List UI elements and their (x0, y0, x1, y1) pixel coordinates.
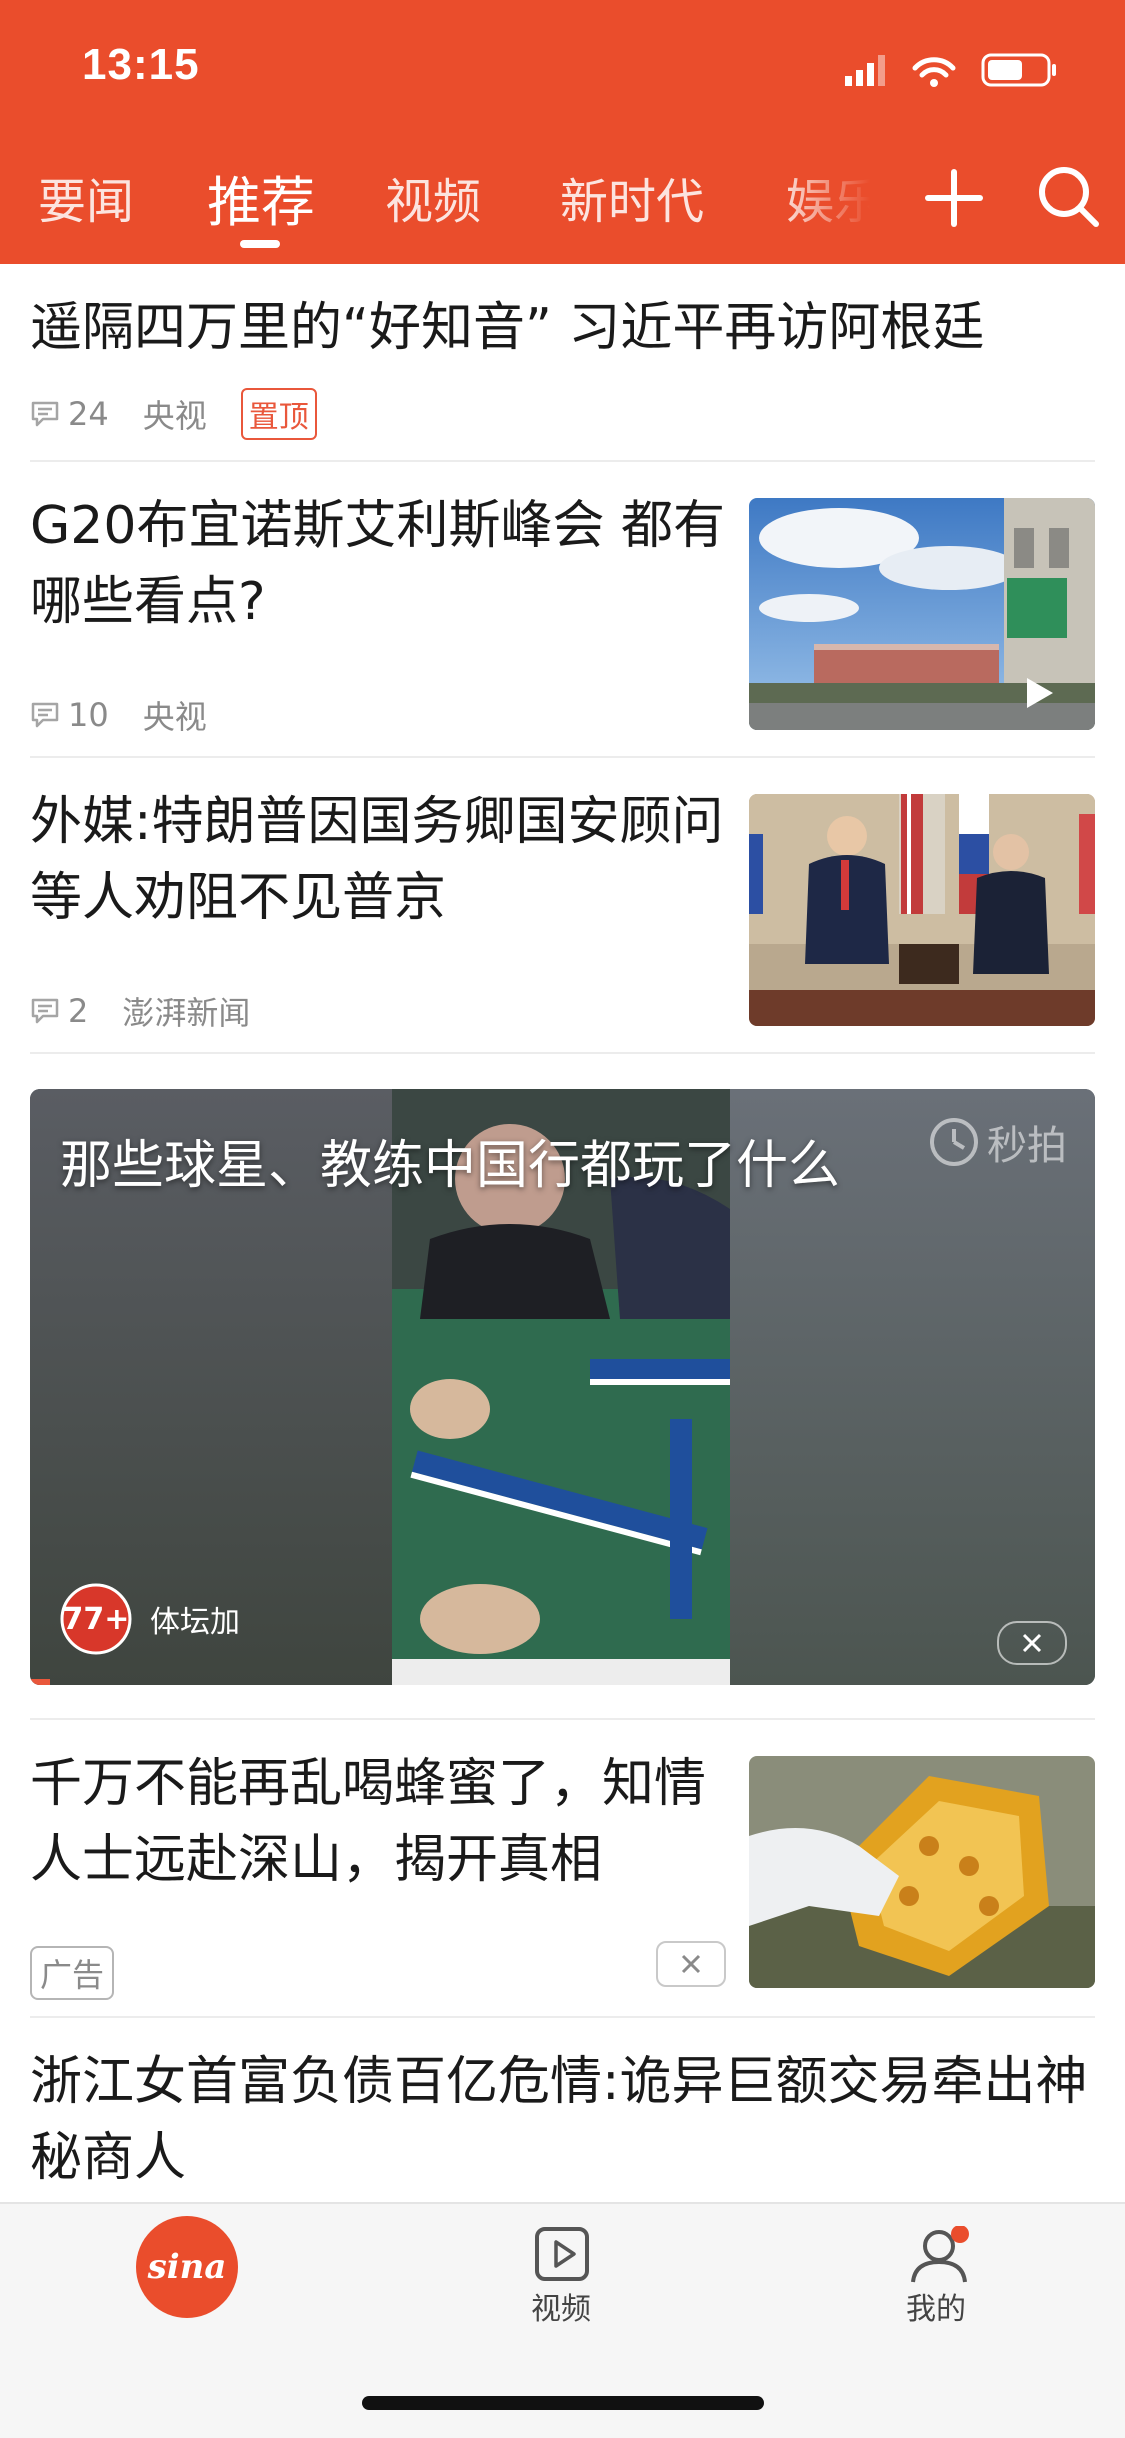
top-header: 13:15 要闻 推荐 视频 新时代 娱乐 (0, 0, 1125, 264)
news-meta: 24 央视 置顶 (30, 388, 317, 440)
news-item-pinned[interactable]: 遥隔四万里的“好知音” 习近平再访阿根廷 (30, 290, 1095, 366)
video-source[interactable]: 77+ 体坛加 (60, 1583, 240, 1655)
video-title: 那些球星、教练中国行都玩了什么 (60, 1136, 841, 1196)
news-item[interactable]: 浙江女首富负债百亿危情:诡异巨额交易牵出神秘商人 (30, 2044, 1095, 2196)
leaders-meeting-image (749, 794, 1095, 1026)
active-tab-indicator (240, 240, 280, 248)
news-thumbnail[interactable] (749, 794, 1095, 1026)
tab-yaowen[interactable]: 要闻 (38, 162, 134, 232)
g20-venue-image (749, 498, 1095, 730)
comment-count: 2 (68, 992, 89, 1030)
comment-icon (31, 702, 59, 728)
comment-icon (31, 401, 59, 427)
ad-thumbnail[interactable] (749, 1756, 1095, 1988)
video-progress (30, 1679, 50, 1685)
divider (30, 2016, 1095, 2018)
add-channel-icon[interactable] (922, 166, 986, 230)
me-tab-label[interactable]: 我的 (906, 2284, 966, 2328)
pinned-badge: 置顶 (240, 388, 317, 440)
ad-item[interactable]: 千万不能再乱喝蜂蜜了，知情人士远赴深山，揭开真相 (30, 1746, 730, 1898)
news-meta: 10 央视 (30, 692, 207, 738)
news-source: 澎湃新闻 (122, 994, 251, 1032)
comment-count: 10 (68, 696, 109, 734)
video-source-name: 体坛加 (150, 1605, 240, 1640)
news-title: G20布宜诺斯艾利斯峰会 都有哪些看点? (30, 496, 725, 632)
tab-tuijian[interactable]: 推荐 (207, 158, 315, 237)
ad-close-button[interactable] (656, 1941, 726, 1987)
video-close-button[interactable] (997, 1621, 1067, 1665)
home-indicator (362, 2396, 764, 2410)
search-icon[interactable] (1036, 164, 1102, 230)
status-signal-wifi-battery-icon (845, 53, 1056, 87)
news-item[interactable]: G20布宜诺斯艾利斯峰会 都有哪些看点? (30, 488, 730, 640)
video-card[interactable]: 那些球星、教练中国行都玩了什么 秒拍 77+ 体坛加 (30, 1089, 1095, 1685)
miaopai-logo-icon (930, 1118, 978, 1166)
news-source: 央视 (142, 397, 207, 435)
video-tab[interactable] (534, 2226, 590, 2282)
divider (30, 1052, 1095, 1054)
status-icons (845, 50, 1085, 90)
news-source: 央视 (142, 698, 207, 736)
close-icon (1022, 1633, 1042, 1653)
news-meta: 2 澎湃新闻 (30, 988, 250, 1034)
news-title: 外媒:特朗普因国务卿国安顾问等人劝阻不见普京 (30, 792, 724, 928)
ad-badge: 广告 (30, 1946, 115, 2000)
profile-icon (911, 2225, 969, 2283)
news-title: 浙江女首富负债百亿危情:诡异巨额交易牵出神秘商人 (30, 2052, 1088, 2188)
comment-count: 24 (68, 395, 109, 433)
divider (30, 1718, 1095, 1720)
me-tab[interactable] (905, 2225, 975, 2286)
tiantanjia-logo-icon: 77+ (60, 1583, 132, 1655)
tab-shipin[interactable]: 视频 (385, 162, 481, 232)
comment-icon (31, 998, 59, 1024)
watermark-text: 秒拍 (987, 1123, 1067, 1169)
svg-text:77+: 77+ (63, 1602, 130, 1637)
divider (30, 460, 1095, 462)
tab-xinshidai[interactable]: 新时代 (560, 162, 704, 232)
video-tab-label[interactable]: 视频 (531, 2284, 591, 2328)
video-play-icon (535, 2227, 589, 2281)
sina-logo: sina (147, 2247, 227, 2287)
news-item[interactable]: 外媒:特朗普因国务卿国安顾问等人劝阻不见普京 (30, 784, 730, 936)
tabs-fade (780, 150, 900, 250)
close-icon (681, 1954, 701, 1974)
news-title: 遥隔四万里的“好知音” 习近平再访阿根廷 (30, 298, 985, 358)
video-watermark: 秒拍 (927, 1113, 1067, 1171)
honeycomb-image (749, 1756, 1095, 1988)
ad-title: 千万不能再乱喝蜂蜜了，知情人士远赴深山，揭开真相 (30, 1754, 707, 1890)
status-time: 13:15 (82, 40, 200, 89)
news-thumbnail[interactable] (749, 498, 1095, 730)
home-tab[interactable]: sina (136, 2216, 238, 2318)
divider (30, 756, 1095, 758)
